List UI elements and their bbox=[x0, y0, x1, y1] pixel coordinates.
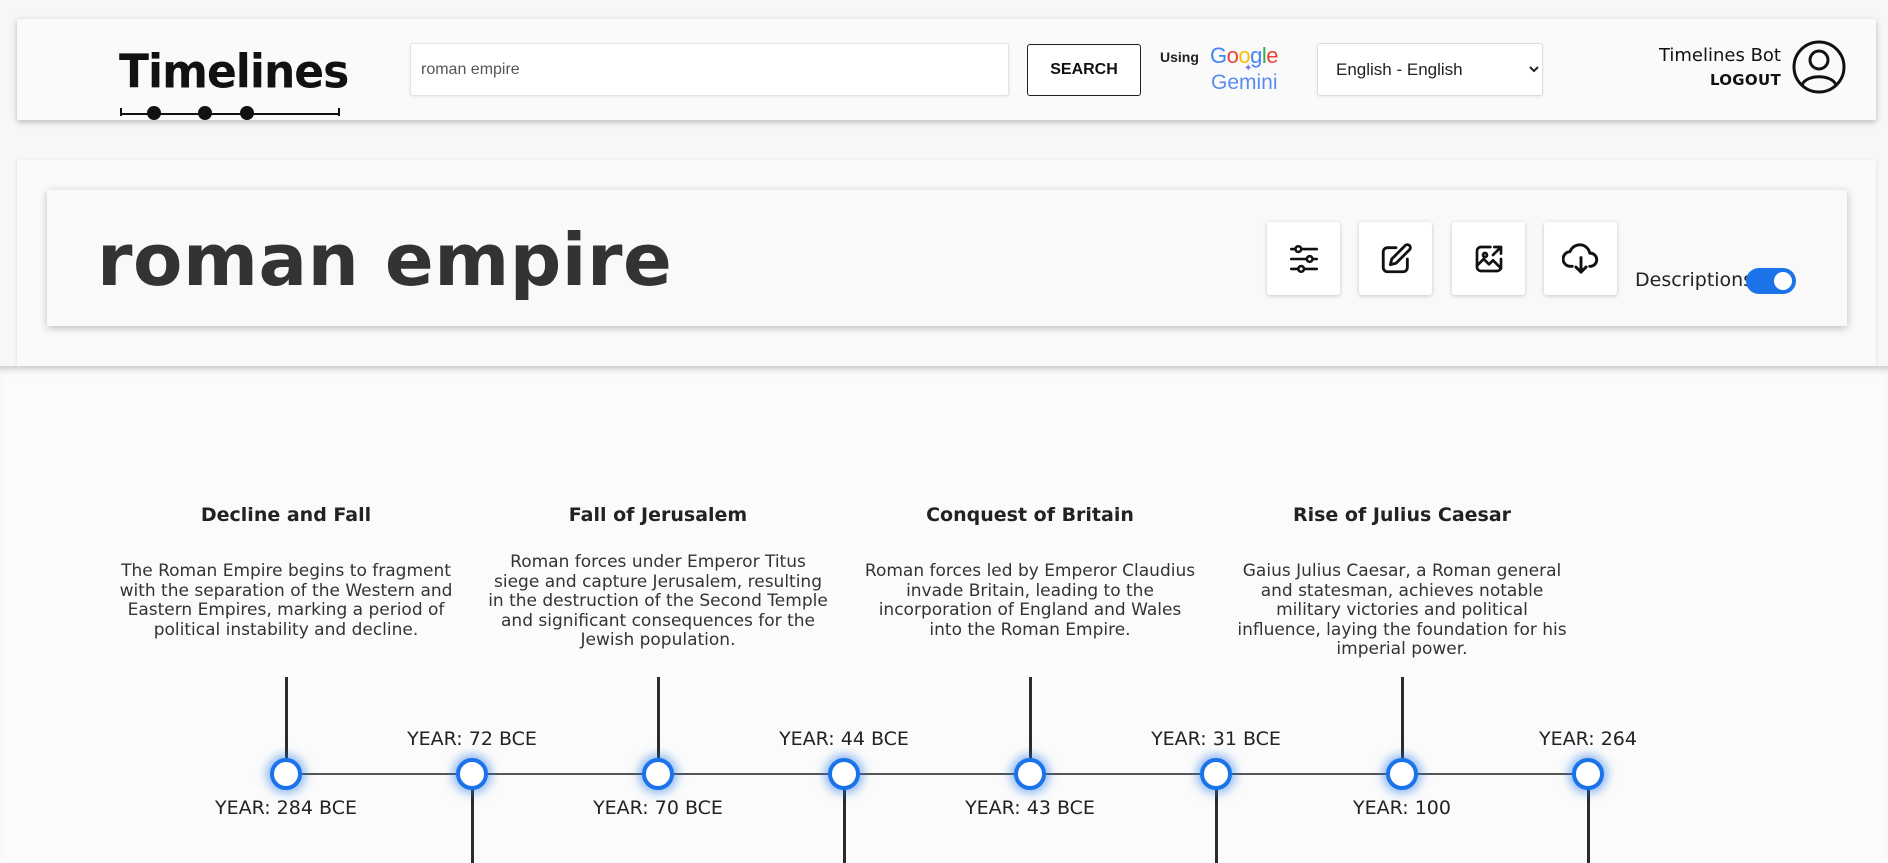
year-label: YEAR: 43 BCE bbox=[965, 797, 1095, 819]
timeline-node[interactable] bbox=[1572, 758, 1604, 790]
timeline-node[interactable] bbox=[828, 758, 860, 790]
user-avatar-icon[interactable] bbox=[1791, 39, 1847, 95]
powered-by-badge: Using Google ✦ Gemini bbox=[1160, 43, 1290, 99]
title-card: roman empire Descriptions bbox=[47, 190, 1847, 326]
year-label: YEAR: 100 bbox=[1353, 797, 1451, 819]
timeline-stem bbox=[1401, 677, 1404, 761]
timeline-node[interactable] bbox=[642, 758, 674, 790]
timeline-node[interactable] bbox=[1200, 758, 1232, 790]
search-input[interactable] bbox=[410, 43, 1009, 96]
descriptions-label: Descriptions bbox=[1635, 269, 1754, 291]
using-label: Using bbox=[1160, 49, 1199, 65]
cloud-download-icon bbox=[1561, 242, 1598, 274]
edit-icon bbox=[1381, 242, 1412, 273]
event-description: Gaius Julius Caesar, a Roman general and… bbox=[1237, 561, 1567, 659]
search-button[interactable]: SEARCH bbox=[1027, 44, 1141, 96]
logo-dot bbox=[147, 106, 161, 120]
year-label: YEAR: 72 BCE bbox=[407, 728, 537, 750]
filter-button[interactable] bbox=[1267, 222, 1340, 295]
language-select[interactable]: English - English bbox=[1317, 43, 1543, 96]
user-name: Timelines Bot bbox=[1658, 45, 1781, 66]
timeline-stem bbox=[843, 786, 846, 863]
download-button[interactable] bbox=[1544, 222, 1617, 295]
event-description: The Roman Empire begins to fragment with… bbox=[119, 561, 453, 640]
timeline-node[interactable] bbox=[1386, 758, 1418, 790]
user-menu[interactable]: Timelines Bot LOGOUT bbox=[1617, 39, 1847, 99]
year-label: YEAR: 70 BCE bbox=[593, 797, 723, 819]
event-title[interactable]: Fall of Jerusalem bbox=[488, 504, 828, 526]
timeline-node[interactable] bbox=[1014, 758, 1046, 790]
event-description: Roman forces under Emperor Titus siege a… bbox=[488, 552, 828, 650]
timeline-stem bbox=[1029, 677, 1032, 761]
logo-text: Timelines bbox=[119, 45, 349, 100]
event-title[interactable]: Decline and Fall bbox=[116, 504, 456, 526]
timeline-stem bbox=[285, 677, 288, 761]
logout-link[interactable]: LOGOUT bbox=[1710, 71, 1781, 89]
image-export-icon bbox=[1475, 245, 1502, 272]
edit-button[interactable] bbox=[1359, 222, 1432, 295]
timeline-stem bbox=[1587, 786, 1590, 863]
year-label: YEAR: 44 BCE bbox=[779, 728, 909, 750]
event-title[interactable]: Rise of Julius Caesar bbox=[1232, 504, 1572, 526]
year-label: YEAR: 31 BCE bbox=[1151, 728, 1281, 750]
logo-dot bbox=[240, 106, 254, 120]
export-image-button[interactable] bbox=[1452, 222, 1525, 295]
timeline-node[interactable] bbox=[270, 758, 302, 790]
top-header: Timelines SEARCH Using Google ✦ Gemini E… bbox=[17, 19, 1876, 120]
year-label: YEAR: 284 BCE bbox=[215, 797, 357, 819]
sliders-icon bbox=[1289, 244, 1318, 273]
event-title[interactable]: Conquest of Britain bbox=[860, 504, 1200, 526]
descriptions-toggle[interactable] bbox=[1746, 268, 1796, 294]
timelines-logo[interactable]: Timelines bbox=[102, 41, 349, 120]
event-description: Roman forces led by Emperor Claudius inv… bbox=[864, 561, 1196, 640]
timeline-stem bbox=[657, 677, 660, 761]
gemini-wordmark: Gemini bbox=[1211, 71, 1278, 94]
logo-dot bbox=[198, 106, 212, 120]
toggle-knob bbox=[1774, 272, 1792, 290]
timeline-stem bbox=[471, 786, 474, 863]
year-label: YEAR: 264 bbox=[1539, 728, 1637, 750]
timeline-node[interactable] bbox=[456, 758, 488, 790]
timeline-canvas: YEAR: 284 BCE Decline and Fall The Roman E… bbox=[0, 366, 1888, 863]
timeline-stem bbox=[1215, 786, 1218, 863]
page-title: roman empire bbox=[97, 218, 673, 302]
